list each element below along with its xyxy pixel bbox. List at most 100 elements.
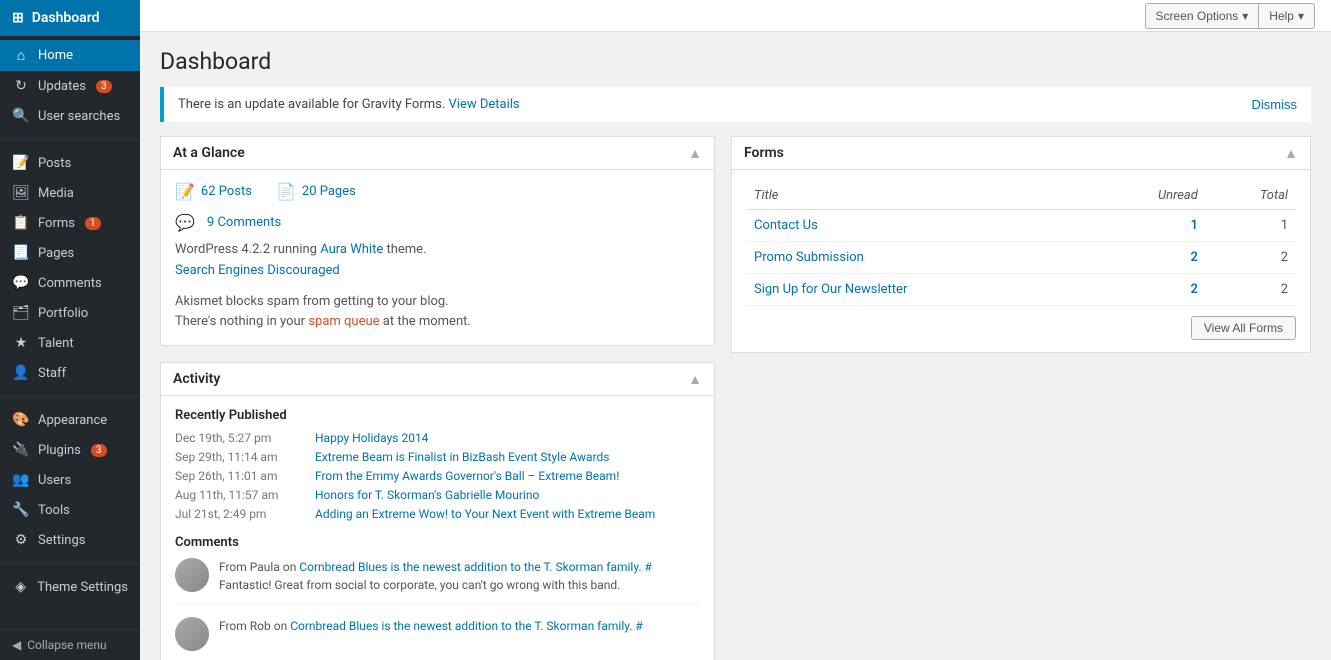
updates-badge: 3: [96, 80, 112, 93]
activity-widget: Activity ▲ Recently Published Dec 19th, …: [160, 362, 715, 660]
collapse-menu[interactable]: ◀ Collapse menu: [0, 629, 140, 660]
sidebar-nav-3: 🎨 Appearance 🔌 Plugins 3 👥 Users 🔧 Tools…: [0, 401, 140, 559]
collapse-label: Collapse menu: [27, 638, 106, 652]
form-title-cell: Contact Us: [746, 210, 1092, 242]
comment-link[interactable]: Cornbread Blues is the newest addition t…: [299, 560, 652, 574]
comment-row: From Paula on Cornbread Blues is the new…: [175, 558, 700, 605]
comments-count-link[interactable]: 9 Comments: [207, 215, 281, 230]
forms-col-title: Title: [746, 182, 1092, 210]
activity-post-link[interactable]: Adding an Extreme Wow! to Your Next Even…: [315, 507, 655, 521]
spam-queue-link[interactable]: spam queue: [308, 314, 379, 329]
sidebar-item-comments[interactable]: 💬 Comments: [0, 268, 140, 298]
sidebar-item-user-searches[interactable]: 🔍 User searches: [0, 101, 140, 131]
avatar: [175, 617, 209, 651]
forms-icon: 📋: [12, 215, 30, 231]
forms-widget: Forms ▲ Title Unread Total: [731, 136, 1311, 353]
activity-post-link[interactable]: Honors for T. Skorman's Gabrielle Mourin…: [315, 488, 539, 502]
notice-link[interactable]: View Details: [449, 97, 520, 112]
form-title-link[interactable]: Sign Up for Our Newsletter: [754, 282, 907, 297]
sidebar-header[interactable]: ⊞ Dashboard: [0, 0, 140, 36]
sidebar-item-label: Pages: [38, 246, 74, 261]
forms-table-row: Promo Submission 2 2: [746, 242, 1296, 274]
sidebar-item-appearance[interactable]: 🎨 Appearance: [0, 405, 140, 435]
sidebar-item-theme-settings[interactable]: ◈ Theme Settings: [0, 572, 140, 602]
at-a-glance-collapse-button[interactable]: ▲: [688, 145, 702, 161]
activity-post-date: Aug 11th, 11:57 am: [175, 488, 305, 502]
sidebar-item-label: Updates: [38, 79, 86, 94]
forms-table-row: Sign Up for Our Newsletter 2 2: [746, 274, 1296, 306]
pages-stat-icon: 📄: [276, 182, 296, 201]
form-total-cell: 2: [1206, 242, 1296, 274]
sidebar-item-home[interactable]: ⌂ Home: [0, 40, 140, 71]
activity-post-row: Sep 29th, 11:14 am Extreme Beam is Finali…: [175, 450, 700, 464]
home-icon: ⌂: [12, 47, 30, 64]
form-title-cell: Promo Submission: [746, 242, 1092, 274]
sidebar-nav-4: ◈ Theme Settings: [0, 568, 140, 606]
plugins-badge: 3: [91, 444, 107, 457]
plugins-icon: 🔌: [12, 442, 30, 458]
theme-settings-icon: ◈: [12, 579, 29, 595]
sidebar-item-label: Staff: [38, 366, 66, 381]
activity-post-link[interactable]: Happy Holidays 2014: [315, 431, 428, 445]
search-engines-link[interactable]: Search Engines Discouraged: [175, 263, 340, 278]
comments-section: Comments From Paula on Cornbread Blues i…: [175, 535, 700, 660]
sidebar-item-staff[interactable]: 👤 Staff: [0, 358, 140, 388]
posts-stat: 📝 62 Posts: [175, 182, 252, 201]
activity-post-date: Sep 26th, 11:01 am: [175, 469, 305, 483]
form-title-link[interactable]: Contact Us: [754, 218, 818, 233]
comments-section-label: Comments: [175, 535, 700, 550]
sidebar-item-label: Comments: [38, 276, 102, 291]
sidebar-item-plugins[interactable]: 🔌 Plugins 3: [0, 435, 140, 465]
sidebar-item-settings[interactable]: ⚙ Settings: [0, 525, 140, 555]
sidebar-item-updates[interactable]: ↻ Updates 3: [0, 71, 140, 101]
at-a-glance-body: 📝 62 Posts 📄 20 Pages 💬 9 Comments: [161, 170, 714, 345]
forms-widget-body: Title Unread Total Contact Us 1 1 Promo …: [732, 170, 1310, 352]
sidebar-item-label: Portfolio: [38, 306, 88, 321]
sidebar-item-talent[interactable]: ★ Talent: [0, 328, 140, 358]
posts-icon: 📝: [12, 155, 30, 171]
sidebar-item-pages[interactable]: 📃 Pages: [0, 238, 140, 268]
activity-post-link[interactable]: Extreme Beam is Finalist in BizBash Even…: [315, 450, 610, 464]
theme-link[interactable]: Aura White: [320, 242, 383, 257]
help-chevron-icon: ▾: [1298, 9, 1304, 23]
recently-published-section: Recently Published Dec 19th, 5:27 pmHapp…: [175, 408, 700, 521]
activity-body: Recently Published Dec 19th, 5:27 pmHapp…: [161, 396, 714, 660]
col-right: Forms ▲ Title Unread Total: [731, 136, 1311, 660]
help-button[interactable]: Help ▾: [1258, 3, 1315, 29]
sidebar-item-label: Home: [38, 48, 73, 63]
posts-count-link[interactable]: 62 Posts: [201, 184, 252, 199]
forms-collapse-button[interactable]: ▲: [1284, 145, 1298, 161]
sidebar-item-forms[interactable]: 📋 Forms 1: [0, 208, 140, 238]
activity-post-link[interactable]: From the Emmy Awards Governor's Ball – E…: [315, 469, 619, 483]
forms-table-body: Contact Us 1 1 Promo Submission 2 2 Sign…: [746, 210, 1296, 306]
activity-post-date: Sep 29th, 11:14 am: [175, 450, 305, 464]
comment-link[interactable]: Cornbread Blues is the newest addition t…: [290, 619, 643, 633]
comment-text: From Paula on Cornbread Blues is the new…: [219, 558, 700, 594]
sidebar-item-label: Media: [38, 186, 74, 201]
sidebar-item-posts[interactable]: 📝 Posts: [0, 148, 140, 178]
glance-spam: Akismet blocks spam from getting to your…: [175, 292, 700, 334]
sidebar-item-tools[interactable]: 🔧 Tools: [0, 495, 140, 525]
screen-options-button[interactable]: Screen Options ▾: [1145, 3, 1259, 29]
view-all-forms-button[interactable]: View All Forms: [1191, 316, 1296, 340]
sidebar-item-label: Settings: [38, 533, 85, 548]
user-searches-icon: 🔍: [12, 108, 30, 124]
settings-icon: ⚙: [12, 532, 30, 548]
sidebar-item-portfolio[interactable]: 🗂 Portfolio: [0, 298, 140, 328]
form-title-link[interactable]: Promo Submission: [754, 250, 864, 265]
collapse-icon: ◀: [12, 638, 21, 652]
main-area: Screen Options ▾ Help ▾ Dashboard There …: [140, 0, 1331, 660]
activity-collapse-button[interactable]: ▲: [688, 371, 702, 387]
activity-comments-list: From Paula on Cornbread Blues is the new…: [175, 558, 700, 660]
spam-suffix: at the moment.: [383, 314, 471, 329]
forms-widget-title: Forms: [744, 145, 784, 161]
sidebar-item-media[interactable]: 🖼 Media: [0, 178, 140, 208]
form-total-cell: 2: [1206, 274, 1296, 306]
at-a-glance-title: At a Glance: [173, 145, 245, 161]
comment-text: From Rob on Cornbread Blues is the newes…: [219, 617, 643, 651]
sidebar-item-users[interactable]: 👥 Users: [0, 465, 140, 495]
dismiss-button[interactable]: Dismiss: [1252, 97, 1298, 112]
topbar-right: Screen Options ▾ Help ▾: [1145, 3, 1315, 29]
glance-stats: 📝 62 Posts 📄 20 Pages: [175, 182, 700, 201]
pages-count-link[interactable]: 20 Pages: [302, 184, 356, 199]
